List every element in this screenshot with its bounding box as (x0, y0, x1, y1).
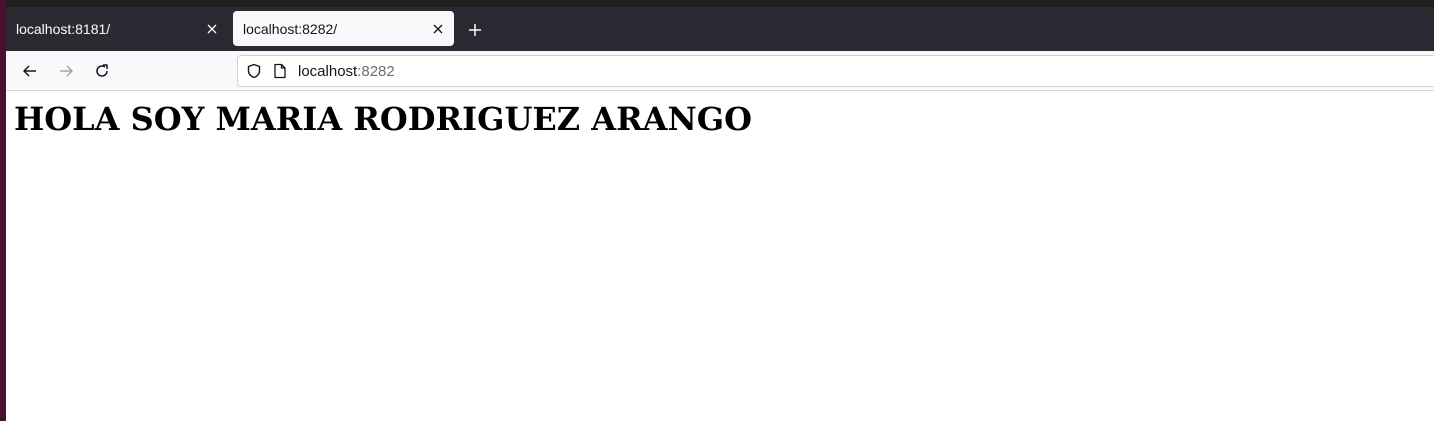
page-icon[interactable] (271, 62, 289, 80)
url-text[interactable]: localhost:8282 (298, 63, 395, 80)
close-tab-button[interactable] (426, 17, 450, 41)
url-host: localhost (298, 62, 358, 80)
tab-localhost-8181[interactable]: localhost:8181/ (6, 11, 228, 46)
close-icon (207, 24, 217, 33)
back-button[interactable] (17, 58, 43, 84)
tab-title: localhost:8181/ (16, 20, 111, 37)
close-tab-button[interactable] (200, 17, 224, 41)
plus-icon (469, 24, 481, 36)
browser-window: localhost:8181/ localhost:8282/ localhos… (6, 0, 1434, 421)
close-icon (433, 24, 443, 33)
page-content: HOLA SOY MARIA RODRIGUEZ ARANGO (6, 92, 1434, 421)
tab-title: localhost:8282/ (243, 20, 338, 37)
address-bar[interactable]: localhost:8282 (237, 55, 1434, 87)
tab-localhost-8282[interactable]: localhost:8282/ (233, 11, 454, 46)
new-tab-button[interactable] (462, 17, 488, 43)
page-heading: HOLA SOY MARIA RODRIGUEZ ARANGO (14, 100, 752, 138)
title-bar (6, 0, 1434, 7)
arrow-right-icon (60, 65, 73, 77)
forward-button[interactable] (53, 58, 79, 84)
navigation-toolbar: localhost:8282 (6, 51, 1434, 91)
reload-button[interactable] (89, 58, 115, 84)
url-port: :8282 (357, 62, 395, 80)
shield-icon[interactable] (245, 62, 263, 80)
arrow-left-icon (23, 65, 36, 77)
reload-icon (96, 64, 108, 77)
tab-strip: localhost:8181/ localhost:8282/ (6, 7, 1434, 51)
